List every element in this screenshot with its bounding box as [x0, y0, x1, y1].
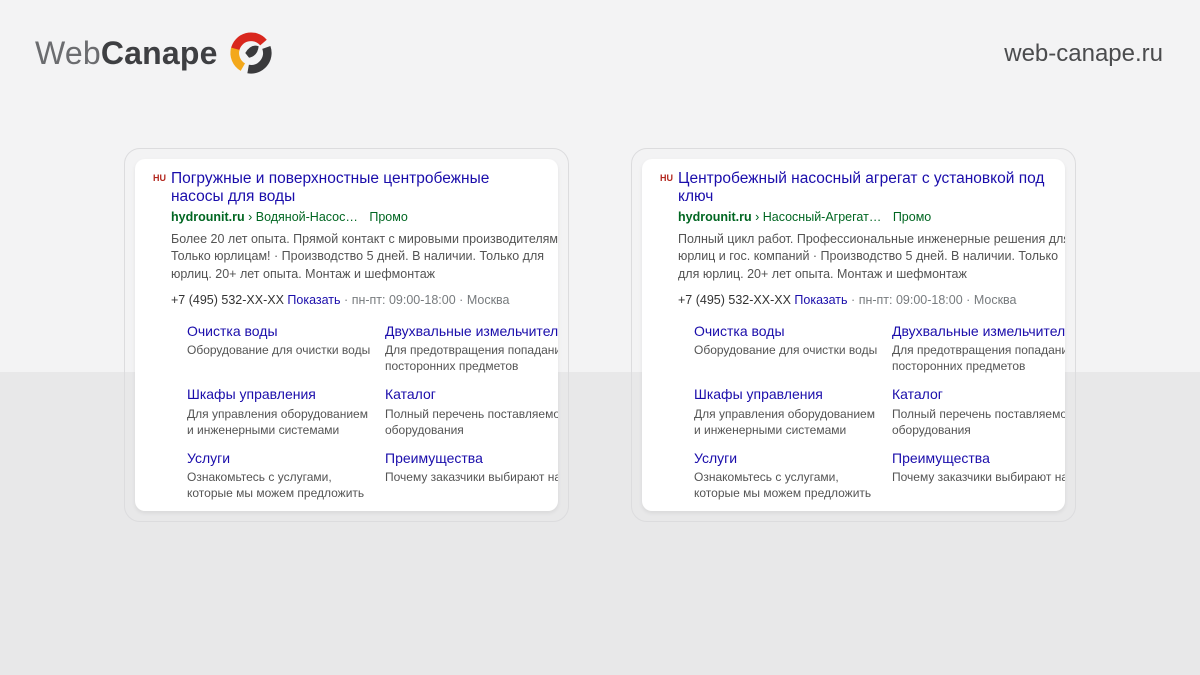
ad1-title-row: HU Погружные и поверхностные центробежны…	[153, 170, 540, 206]
ad2-description: Полный цикл работ. Профессиональные инже…	[678, 231, 1065, 284]
ad2-hours: пн-пт: 09:00-18:00	[859, 293, 963, 307]
ad2-sitelink-link[interactable]: Шкафы управления	[694, 386, 884, 404]
sitelink-item: Шкафы управления Для управления оборудов…	[694, 386, 884, 438]
ad2-sitelink-desc: Оборудование для очистки воды	[694, 343, 882, 359]
ad-card-2: HU Центробежный насосный агрегат с устан…	[642, 159, 1065, 511]
ad2-sitelink-desc: Почему заказчики выбирают нас	[892, 470, 1065, 486]
ad1-sitelink-link[interactable]: Очистка воды	[187, 323, 377, 341]
logo-word-canape: Canape	[101, 35, 218, 71]
webcanape-shutter-icon	[228, 30, 274, 76]
ad2-url-domain: hydrounit.ru	[678, 210, 752, 224]
ad2-sitelink-link[interactable]: Очистка воды	[694, 323, 884, 341]
ad1-display-url: hydrounit.ru › Водяной-Насос… Промо	[171, 210, 540, 224]
ad1-phone-line: +7 (495) 532-XX-XX Показать · пн-пт: 09:…	[171, 293, 540, 307]
sitelink-item: Каталог Полный перечень поставляемого об…	[892, 386, 1065, 438]
ad2-sitelink-link[interactable]: Каталог	[892, 386, 1065, 404]
ad1-sitelink-desc: Почему заказчики выбирают нас	[385, 470, 558, 486]
ad1-separator: ·	[344, 293, 348, 307]
ad2-display-url: hydrounit.ru › Насосный-Агрегат… Промо	[678, 210, 1047, 224]
ad2-title-link[interactable]: Центробежный насосный агрегат с установк…	[678, 170, 1047, 206]
webcanape-logo: WebCanape	[35, 30, 274, 76]
ad2-sitelink-link[interactable]: Двухвальные измельчители	[892, 323, 1065, 341]
ad2-promo-label: Промо	[893, 210, 931, 224]
logo-word-web: Web	[35, 35, 101, 71]
ad1-sitelink-desc: Ознакомьтесь с услугами, которые мы може…	[187, 470, 375, 502]
ad1-promo-label: Промо	[369, 210, 407, 224]
sitelink-item: Услуги Ознакомьтесь с услугами, которые …	[694, 450, 884, 502]
sitelink-item: Шкафы управления Для управления оборудов…	[187, 386, 377, 438]
sitelink-item: Двухвальные измельчители Для предотвраще…	[385, 323, 558, 375]
webcanape-logo-text: WebCanape	[35, 35, 218, 72]
ad1-separator: ·	[459, 293, 463, 307]
ad2-sitelink-link[interactable]: Преимущества	[892, 450, 1065, 468]
ad-card-1: HU Погружные и поверхностные центробежны…	[135, 159, 558, 511]
site-url-text: web-canape.ru	[1004, 40, 1163, 68]
ad1-phone-number: +7 (495) 532-XX-XX	[171, 293, 284, 307]
sitelink-item: Очистка воды Оборудование для очистки во…	[187, 323, 377, 375]
ad2-sitelink-desc: Полный перечень поставляемого оборудован…	[892, 407, 1065, 439]
ad1-sitelink-link[interactable]: Двухвальные измельчители	[385, 323, 558, 341]
ad2-show-phone-link[interactable]: Показать	[794, 293, 847, 307]
hydrounit-favicon-icon: HU	[660, 173, 673, 183]
ad2-sitelink-desc: Ознакомьтесь с услугами, которые мы може…	[694, 470, 882, 502]
ad1-sitelink-desc: Для предотвращения попадания посторонних…	[385, 343, 558, 375]
sitelink-item: Преимущества Почему заказчики выбирают н…	[892, 450, 1065, 502]
ad2-sitelink-desc: Для управления оборудованием и инженерны…	[694, 407, 882, 439]
ad-card-frame-1: HU Погружные и поверхностные центробежны…	[124, 148, 569, 522]
ad2-phone-line: +7 (495) 532-XX-XX Показать · пн-пт: 09:…	[678, 293, 1047, 307]
ad1-sitelink-desc: Для управления оборудованием и инженерны…	[187, 407, 375, 439]
ad-cards-row: HU Погружные и поверхностные центробежны…	[124, 148, 1076, 522]
ad1-sitelink-link[interactable]: Шкафы управления	[187, 386, 377, 404]
ad1-city: Москва	[467, 293, 510, 307]
sitelink-item: Очистка воды Оборудование для очистки во…	[694, 323, 884, 375]
hydrounit-favicon-icon: HU	[153, 173, 166, 183]
sitelink-item: Преимущества Почему заказчики выбирают н…	[385, 450, 558, 502]
page: WebCanape web-canape.ru HU Погружные и п…	[0, 0, 1200, 675]
ad1-sitelink-desc: Оборудование для очистки воды	[187, 343, 375, 359]
ad1-show-phone-link[interactable]: Показать	[287, 293, 340, 307]
ad2-city: Москва	[974, 293, 1017, 307]
ad2-separator: ·	[966, 293, 970, 307]
sitelink-item: Двухвальные измельчители Для предотвраще…	[892, 323, 1065, 375]
ad1-url-path: › Водяной-Насос…	[248, 210, 358, 224]
ad1-sitelinks: Очистка воды Оборудование для очистки во…	[187, 323, 540, 511]
ad1-title-link[interactable]: Погружные и поверхностные центробежные н…	[171, 170, 540, 206]
sitelink-item: Каталог Полный перечень поставляемого об…	[385, 386, 558, 438]
ad-card-frame-2: HU Центробежный насосный агрегат с устан…	[631, 148, 1076, 522]
ad2-title-row: HU Центробежный насосный агрегат с устан…	[660, 170, 1047, 206]
ad2-sitelink-link[interactable]: Услуги	[694, 450, 884, 468]
ad2-sitelink-desc: Для предотвращения попадания посторонних…	[892, 343, 1065, 375]
ad2-sitelinks: Очистка воды Оборудование для очистки во…	[694, 323, 1047, 511]
ad1-hours: пн-пт: 09:00-18:00	[352, 293, 456, 307]
ad2-url-path: › Насосный-Агрегат…	[755, 210, 881, 224]
ad2-phone-number: +7 (495) 532-XX-XX	[678, 293, 791, 307]
sitelink-item: Услуги Ознакомьтесь с услугами, которые …	[187, 450, 377, 502]
ad1-sitelink-link[interactable]: Услуги	[187, 450, 377, 468]
ad1-sitelink-desc: Полный перечень поставляемого оборудован…	[385, 407, 558, 439]
ad1-url-domain: hydrounit.ru	[171, 210, 245, 224]
ad1-description: Более 20 лет опыта. Прямой контакт с мир…	[171, 231, 558, 284]
ad2-separator: ·	[851, 293, 855, 307]
ad1-sitelink-link[interactable]: Преимущества	[385, 450, 558, 468]
ad1-sitelink-link[interactable]: Каталог	[385, 386, 558, 404]
